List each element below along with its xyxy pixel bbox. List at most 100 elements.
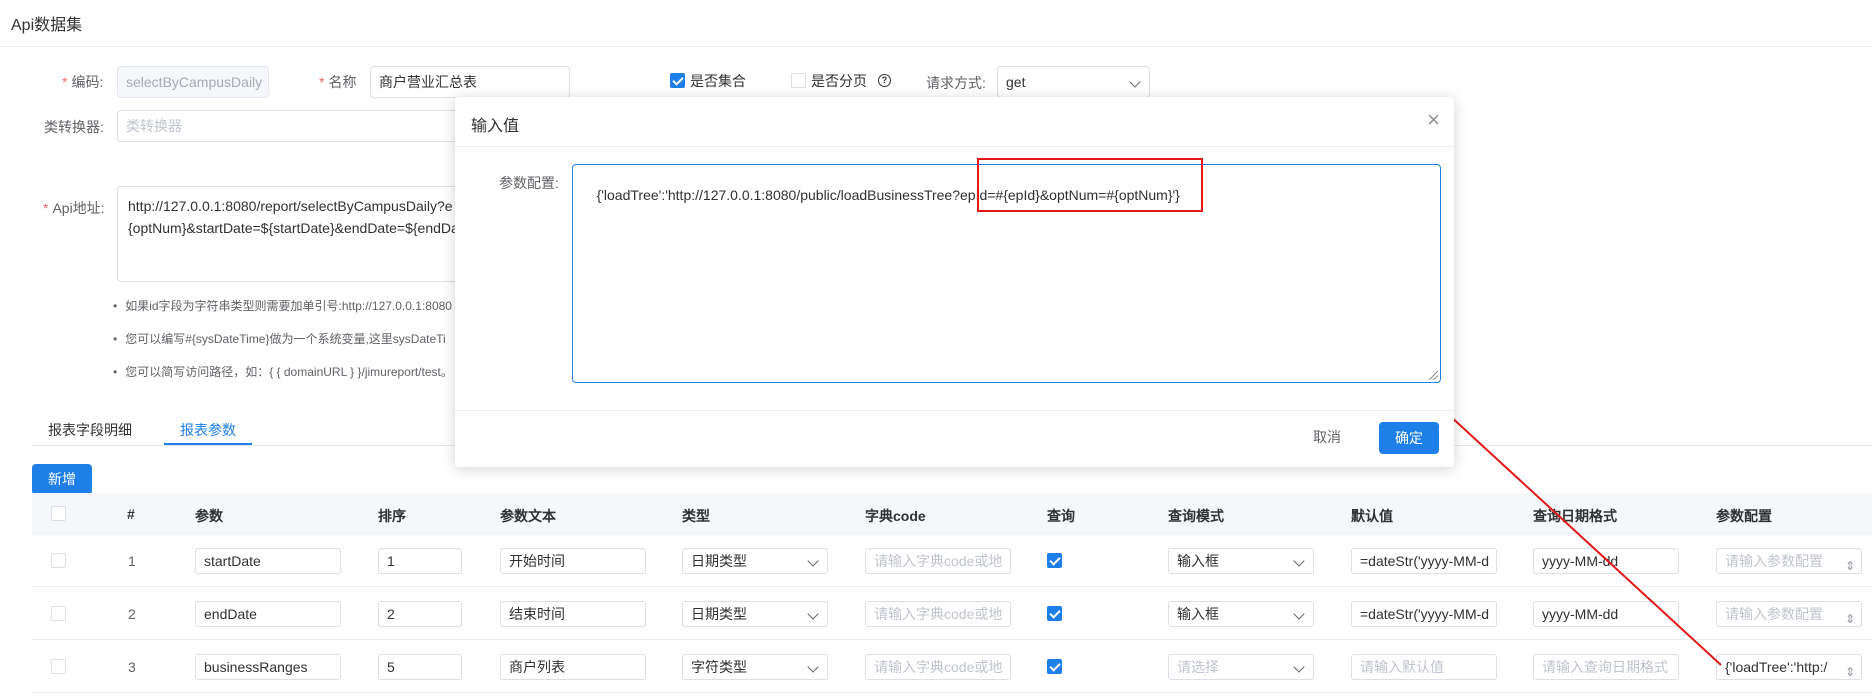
header-cell: 字典code [865, 508, 926, 524]
expand-icon[interactable]: ⇕ [1845, 554, 1855, 573]
query-mode-select[interactable]: 输入框 [1168, 548, 1314, 574]
required-marker: * [43, 200, 49, 216]
query-mode-select[interactable]: 请选择 [1168, 654, 1314, 680]
row-checkbox[interactable] [51, 659, 66, 674]
header-cell: 参数 [195, 508, 223, 524]
type-value: 字符类型 [691, 659, 747, 675]
param-input[interactable]: endDate [195, 601, 341, 627]
default-value-text: =dateStr('yyyy-MM-d [1360, 606, 1490, 622]
type-select[interactable]: 日期类型 [682, 601, 828, 627]
tab-report-params[interactable]: 报表参数 [180, 420, 236, 440]
is-paged-label[interactable]: 是否分页 [811, 71, 867, 91]
dict-code-placeholder: 请输入字典code或地 [874, 606, 1003, 622]
param-input[interactable]: startDate [195, 548, 341, 574]
tab-field-details[interactable]: 报表字段明细 [48, 420, 132, 440]
date-format-input[interactable]: yyyy-MM-dd [1533, 548, 1679, 574]
type-value: 日期类型 [691, 606, 747, 622]
help-icon[interactable]: ? [878, 74, 891, 87]
param-text-input[interactable]: 开始时间 [500, 548, 646, 574]
param-input[interactable]: businessRanges [195, 654, 341, 680]
dict-code-input[interactable]: 请输入字典code或地 [865, 654, 1011, 680]
expand-icon[interactable]: ⇕ [1845, 607, 1855, 626]
row-number: 3 [128, 659, 136, 675]
confirm-button[interactable]: 确定 [1379, 422, 1439, 454]
table-row: 2 endDate 2 结束时间 日期类型 请输入字典code或地 输入框 =dateStr(… [32, 587, 1872, 640]
expand-icon[interactable]: ⇕ [1845, 660, 1855, 679]
date-format-input[interactable]: yyyy-MM-dd [1533, 601, 1679, 627]
table-header: # 参数 排序 参数文本 类型 字典code 查询 查询模式 默认值 查询日期格… [32, 493, 1872, 534]
chevron-down-icon [807, 555, 819, 567]
tip-item: 您可以编写#{sysDateTime}做为一个系统变量,这里sysDateTi [113, 330, 458, 347]
param-config-input[interactable]: 请输入参数配置 ⇕ [1716, 601, 1862, 627]
default-value-text: =dateStr('yyyy-MM-d [1360, 553, 1490, 569]
row-number: 1 [128, 553, 136, 569]
header-cell: 参数配置 [1716, 508, 1772, 524]
name-label: * 名称 [319, 72, 356, 92]
converter-input[interactable]: 类转换器 [117, 110, 497, 142]
header-cell: 查询日期格式 [1533, 508, 1617, 524]
cancel-button[interactable]: 取消 [1313, 427, 1341, 447]
is-collection-label[interactable]: 是否集合 [690, 71, 746, 91]
query-mode-select[interactable]: 输入框 [1168, 601, 1314, 627]
type-select[interactable]: 字符类型 [682, 654, 828, 680]
param-text-input[interactable]: 商户列表 [500, 654, 646, 680]
select-all-checkbox[interactable] [51, 506, 66, 521]
param-config-input[interactable]: 请输入参数配置 ⇕ [1716, 548, 1862, 574]
name-label-text: 名称 [328, 74, 357, 90]
chevron-down-icon [807, 661, 819, 673]
page-title: Api数据集 [11, 17, 83, 34]
code-input[interactable]: selectByCampusDaily [117, 66, 269, 98]
order-input[interactable]: 1 [378, 548, 462, 574]
code-label-text: 编码: [71, 74, 104, 90]
row-checkbox[interactable] [51, 606, 66, 621]
api-label: * Api地址: [43, 198, 105, 218]
param-text-input[interactable]: 结束时间 [500, 601, 646, 627]
row-checkbox[interactable] [51, 553, 66, 568]
param-config-label: 参数配置: [499, 175, 559, 191]
date-format-text: yyyy-MM-dd [1542, 553, 1619, 569]
required-marker: * [319, 74, 325, 90]
dict-code-input[interactable]: 请输入字典code或地 [865, 601, 1011, 627]
header-cell: 参数文本 [500, 508, 556, 524]
dict-code-input[interactable]: 请输入字典code或地 [865, 548, 1011, 574]
param-config-input[interactable]: {'loadTree':'http:/ ⇕ [1716, 654, 1862, 680]
active-tab-indicator [164, 443, 252, 445]
default-value-input[interactable]: =dateStr('yyyy-MM-d [1351, 548, 1497, 574]
header-cell: 查询 [1047, 508, 1075, 524]
is-collection-checkbox[interactable] [670, 73, 685, 88]
title-divider [0, 46, 1872, 47]
header-cell: 排序 [378, 508, 406, 524]
is-paged-checkbox[interactable] [791, 73, 806, 88]
type-select[interactable]: 日期类型 [682, 548, 828, 574]
chevron-down-icon [1293, 555, 1305, 567]
dialog-header-divider [455, 146, 1454, 147]
method-label: 请求方式: [926, 75, 986, 91]
tip-item: 如果id字段为字符串类型则需要加单引号:http://127.0.0.1:808… [113, 297, 458, 314]
close-icon[interactable]: × [1427, 109, 1440, 131]
query-mode-value: 输入框 [1177, 606, 1219, 622]
header-cell: 默认值 [1351, 508, 1393, 524]
header-cell: 查询模式 [1168, 508, 1224, 524]
method-value: get [1006, 74, 1026, 90]
type-value: 日期类型 [691, 553, 747, 569]
name-input[interactable]: 商户营业汇总表 [370, 66, 570, 98]
default-value-text: 请输入默认值 [1360, 659, 1444, 675]
method-select[interactable]: get [997, 66, 1150, 98]
input-value-dialog: 输入值 × 参数配置: {'loadTree':'http://127.0.0.… [455, 97, 1454, 467]
api-textarea[interactable]: http://127.0.0.1:8080/report/selectByCam… [117, 186, 497, 282]
query-checkbox[interactable] [1047, 553, 1062, 568]
add-button[interactable]: 新增 [32, 464, 92, 495]
required-marker: * [62, 74, 68, 90]
code-label: * 编码: [62, 72, 103, 92]
default-value-input[interactable]: 请输入默认值 [1351, 654, 1497, 680]
resize-handle-icon[interactable] [1429, 371, 1438, 380]
default-value-input[interactable]: =dateStr('yyyy-MM-d [1351, 601, 1497, 627]
dict-code-placeholder: 请输入字典code或地 [874, 553, 1003, 569]
dialog-title: 输入值 [471, 118, 520, 135]
query-checkbox[interactable] [1047, 659, 1062, 674]
date-format-input[interactable]: 请输入查询日期格式 [1533, 654, 1679, 680]
query-checkbox[interactable] [1047, 606, 1062, 621]
order-input[interactable]: 2 [378, 601, 462, 627]
order-input[interactable]: 5 [378, 654, 462, 680]
tip-item: 您可以简写访问路径，如：{ { domainURL } }/jimureport… [113, 363, 458, 380]
